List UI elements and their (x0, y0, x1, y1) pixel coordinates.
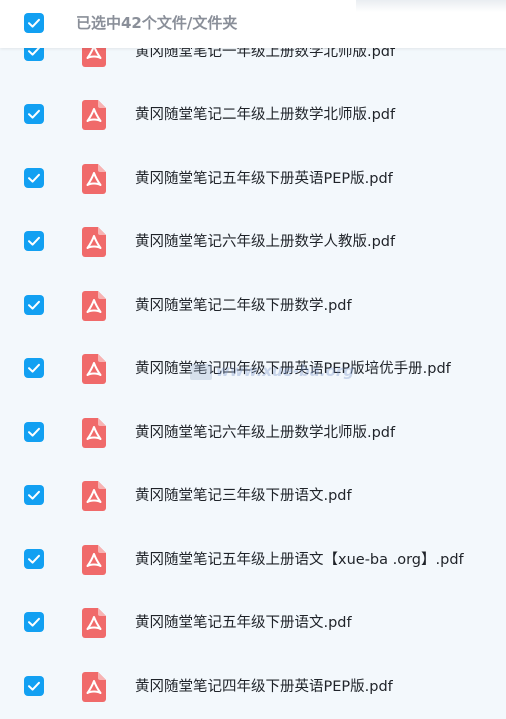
file-checkbox[interactable] (24, 549, 44, 569)
checkmark-icon (28, 490, 40, 500)
file-name[interactable]: 黄冈随堂笔记五年级上册语文【xue-ba .org】.pdf (135, 528, 464, 592)
file-checkbox[interactable] (24, 104, 44, 124)
file-name[interactable]: 黄冈随堂笔记三年级下册语文.pdf (135, 464, 352, 528)
file-row[interactable]: 黄冈随堂笔记六年级上册数学北师版.pdf (0, 401, 506, 465)
file-name[interactable]: 黄冈随堂笔记六年级上册数学人教版.pdf (135, 210, 395, 274)
checkmark-icon (28, 173, 40, 183)
file-name[interactable]: 黄冈随堂笔记四年级下册英语PEP版培优手册.pdf (135, 337, 451, 401)
file-checkbox[interactable] (24, 485, 44, 505)
file-checkbox[interactable] (24, 676, 44, 696)
pdf-file-icon (82, 545, 106, 579)
header-shadow (356, 0, 506, 12)
file-checkbox[interactable] (24, 168, 44, 188)
pdf-file-icon (82, 672, 106, 706)
file-name[interactable]: 黄冈随堂笔记二年级上册数学北师版.pdf (135, 83, 395, 147)
file-row[interactable]: 黄冈随堂笔记六年级上册数学人教版.pdf (0, 210, 506, 274)
file-name[interactable]: 黄冈随堂笔记二年级下册数学.pdf (135, 274, 352, 338)
pdf-file-icon (82, 291, 106, 325)
checkmark-icon (28, 681, 40, 691)
file-row[interactable]: 黄冈随堂笔记五年级下册语文.pdf (0, 591, 506, 655)
pdf-file-icon (82, 354, 106, 388)
pdf-file-icon (82, 481, 106, 515)
file-name[interactable]: 黄冈随堂笔记六年级上册数学北师版.pdf (135, 401, 395, 465)
file-row[interactable]: 黄冈随堂笔记四年级下册英语PEP版培优手册.pdf (0, 337, 506, 401)
checkmark-icon (28, 300, 40, 310)
checkmark-icon (28, 18, 40, 28)
file-row[interactable]: 黄冈随堂笔记二年级上册数学北师版.pdf (0, 83, 506, 147)
checkmark-icon (28, 363, 40, 373)
file-checkbox[interactable] (24, 612, 44, 632)
file-checkbox[interactable] (24, 358, 44, 378)
pdf-file-icon (82, 227, 106, 261)
pdf-file-icon (82, 418, 106, 452)
checkmark-icon (28, 554, 40, 564)
pdf-file-icon (82, 100, 106, 134)
file-name[interactable]: 黄冈随堂笔记四年级下册英语PEP版.pdf (135, 655, 393, 719)
file-row[interactable]: 黄冈随堂笔记三年级下册语文.pdf (0, 464, 506, 528)
file-row[interactable]: 黄冈随堂笔记五年级下册英语PEP版.pdf (0, 147, 506, 211)
file-name[interactable]: 黄冈随堂笔记五年级下册语文.pdf (135, 591, 352, 655)
file-row[interactable]: 黄冈随堂笔记五年级上册语文【xue-ba .org】.pdf (0, 528, 506, 592)
file-row[interactable]: 黄冈随堂笔记四年级下册英语PEP版.pdf (0, 655, 506, 719)
pdf-file-icon (82, 608, 106, 642)
file-row[interactable]: 黄冈随堂笔记二年级下册数学.pdf (0, 274, 506, 338)
checkmark-icon (28, 427, 40, 437)
file-checkbox[interactable] (24, 422, 44, 442)
pdf-file-icon (82, 164, 106, 198)
file-checkbox[interactable] (24, 295, 44, 315)
file-checkbox[interactable] (24, 231, 44, 251)
file-name[interactable]: 黄冈随堂笔记五年级下册英语PEP版.pdf (135, 147, 393, 211)
checkmark-icon (28, 617, 40, 627)
selected-count-label: 已选中42个文件/文件夹 (76, 14, 238, 32)
checkmark-icon (28, 109, 40, 119)
select-all-checkbox[interactable] (24, 13, 44, 33)
checkmark-icon (28, 236, 40, 246)
selection-header: 已选中42个文件/文件夹 (0, 0, 506, 48)
